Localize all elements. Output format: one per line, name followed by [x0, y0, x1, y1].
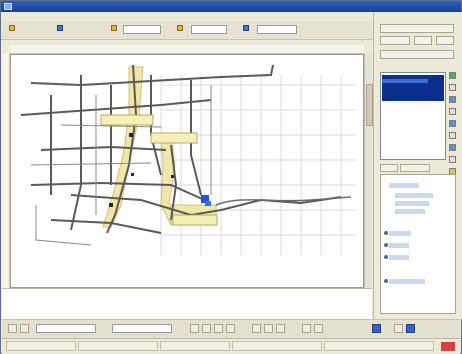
panel-button-4[interactable]: [436, 36, 454, 45]
tree-item-6[interactable]: [389, 243, 409, 248]
bottom-toolbar: [2, 319, 460, 338]
bottom-tool-5[interactable]: [214, 324, 223, 333]
toolbar-button-pointer[interactable]: [177, 25, 185, 34]
application-window: [0, 0, 462, 354]
callout-label-3: [172, 214, 218, 226]
toolbar-button-print[interactable]: [111, 25, 119, 34]
map-drawing: [20, 64, 356, 255]
bottom-tool-3[interactable]: [190, 324, 199, 333]
panel-button-1[interactable]: [380, 24, 454, 33]
layer-icon-6[interactable]: [449, 132, 456, 139]
layer-icon-2[interactable]: [449, 84, 456, 91]
tree-bullet-2: [384, 243, 388, 247]
layer-icon-7[interactable]: [449, 144, 456, 151]
layer-icon-5[interactable]: [449, 120, 456, 127]
tree-item-3[interactable]: [395, 201, 429, 206]
app-icon: [4, 3, 12, 10]
panel-button-2[interactable]: [380, 36, 410, 45]
selected-feature-marker-2[interactable]: [205, 201, 211, 206]
scrollbar-thumb[interactable]: [366, 84, 373, 126]
boundary-line: [215, 196, 352, 206]
pointer-icon: [177, 25, 183, 31]
right-side-panel: [373, 12, 462, 319]
bottom-tool-1[interactable]: [8, 324, 17, 333]
tree-bullet-4: [384, 279, 388, 283]
bottom-tool-6[interactable]: [226, 324, 235, 333]
tree-item-1[interactable]: [389, 183, 419, 188]
tree-bullet-1: [384, 231, 388, 235]
zoom-icon: [243, 25, 249, 31]
tree-item-4[interactable]: [395, 209, 425, 214]
callout-label-1: [100, 114, 154, 126]
horizontal-ruler: [10, 45, 364, 54]
toolbar-dropdown-1[interactable]: [123, 25, 161, 34]
tree-item-7[interactable]: [389, 255, 409, 260]
bottom-tool-8[interactable]: [264, 324, 273, 333]
property-tree[interactable]: [380, 174, 456, 314]
vertical-ruler: [2, 54, 10, 288]
alert-indicator[interactable]: [441, 342, 455, 351]
save-icon: [57, 25, 63, 31]
tree-bullet-3: [384, 255, 388, 259]
bottom-field-1[interactable]: [36, 324, 96, 333]
status-cell-5: [324, 341, 434, 351]
layer-icon-4[interactable]: [449, 108, 456, 115]
menu-bar: [1, 12, 373, 21]
status-cell-4: [232, 341, 322, 351]
panel-tab-1[interactable]: [380, 164, 398, 172]
status-cell-1: [6, 341, 76, 351]
layer-icon-3[interactable]: [449, 96, 456, 103]
bottom-tool-10[interactable]: [302, 324, 311, 333]
layer-icon-8[interactable]: [449, 156, 456, 163]
main-toolbar: [1, 21, 373, 40]
panel-button-5[interactable]: [380, 50, 454, 59]
layer-list[interactable]: [380, 72, 446, 160]
bottom-tool-4[interactable]: [202, 324, 211, 333]
callout-label-2: [150, 132, 198, 144]
toolbar-dropdown-3[interactable]: [257, 25, 297, 34]
bottom-tool-run[interactable]: [372, 324, 381, 333]
tree-item-2[interactable]: [395, 193, 433, 198]
toolbar-button-zoom[interactable]: [243, 25, 251, 34]
panel-button-3[interactable]: [414, 36, 432, 45]
bottom-tool-11[interactable]: [314, 324, 323, 333]
status-bar: [2, 338, 460, 354]
folder-icon: [9, 25, 15, 31]
layer-visible-icon[interactable]: [449, 72, 456, 79]
map-canvas[interactable]: [10, 54, 364, 288]
toolbar-button-save[interactable]: [57, 25, 65, 34]
layer-list-highlight: [382, 79, 428, 83]
title-bar: [1, 1, 461, 12]
bottom-field-2[interactable]: [112, 324, 172, 333]
bottom-tool-7[interactable]: [252, 324, 261, 333]
tree-item-8[interactable]: [389, 279, 425, 284]
bottom-tool-9[interactable]: [276, 324, 285, 333]
vertical-scrollbar[interactable]: [364, 54, 373, 288]
panel-tabs: [380, 164, 446, 172]
output-panel: [2, 288, 372, 319]
status-cell-2: [78, 341, 158, 351]
panel-tab-2[interactable]: [400, 164, 430, 172]
bottom-tool-13[interactable]: [406, 324, 415, 333]
tree-item-5[interactable]: [389, 231, 411, 236]
bottom-tool-2[interactable]: [20, 324, 29, 333]
toolbar-dropdown-2[interactable]: [191, 25, 227, 34]
toolbar-button-folder[interactable]: [9, 25, 17, 34]
bottom-tool-12[interactable]: [394, 324, 403, 333]
print-icon: [111, 25, 117, 31]
status-cell-3: [160, 341, 230, 351]
